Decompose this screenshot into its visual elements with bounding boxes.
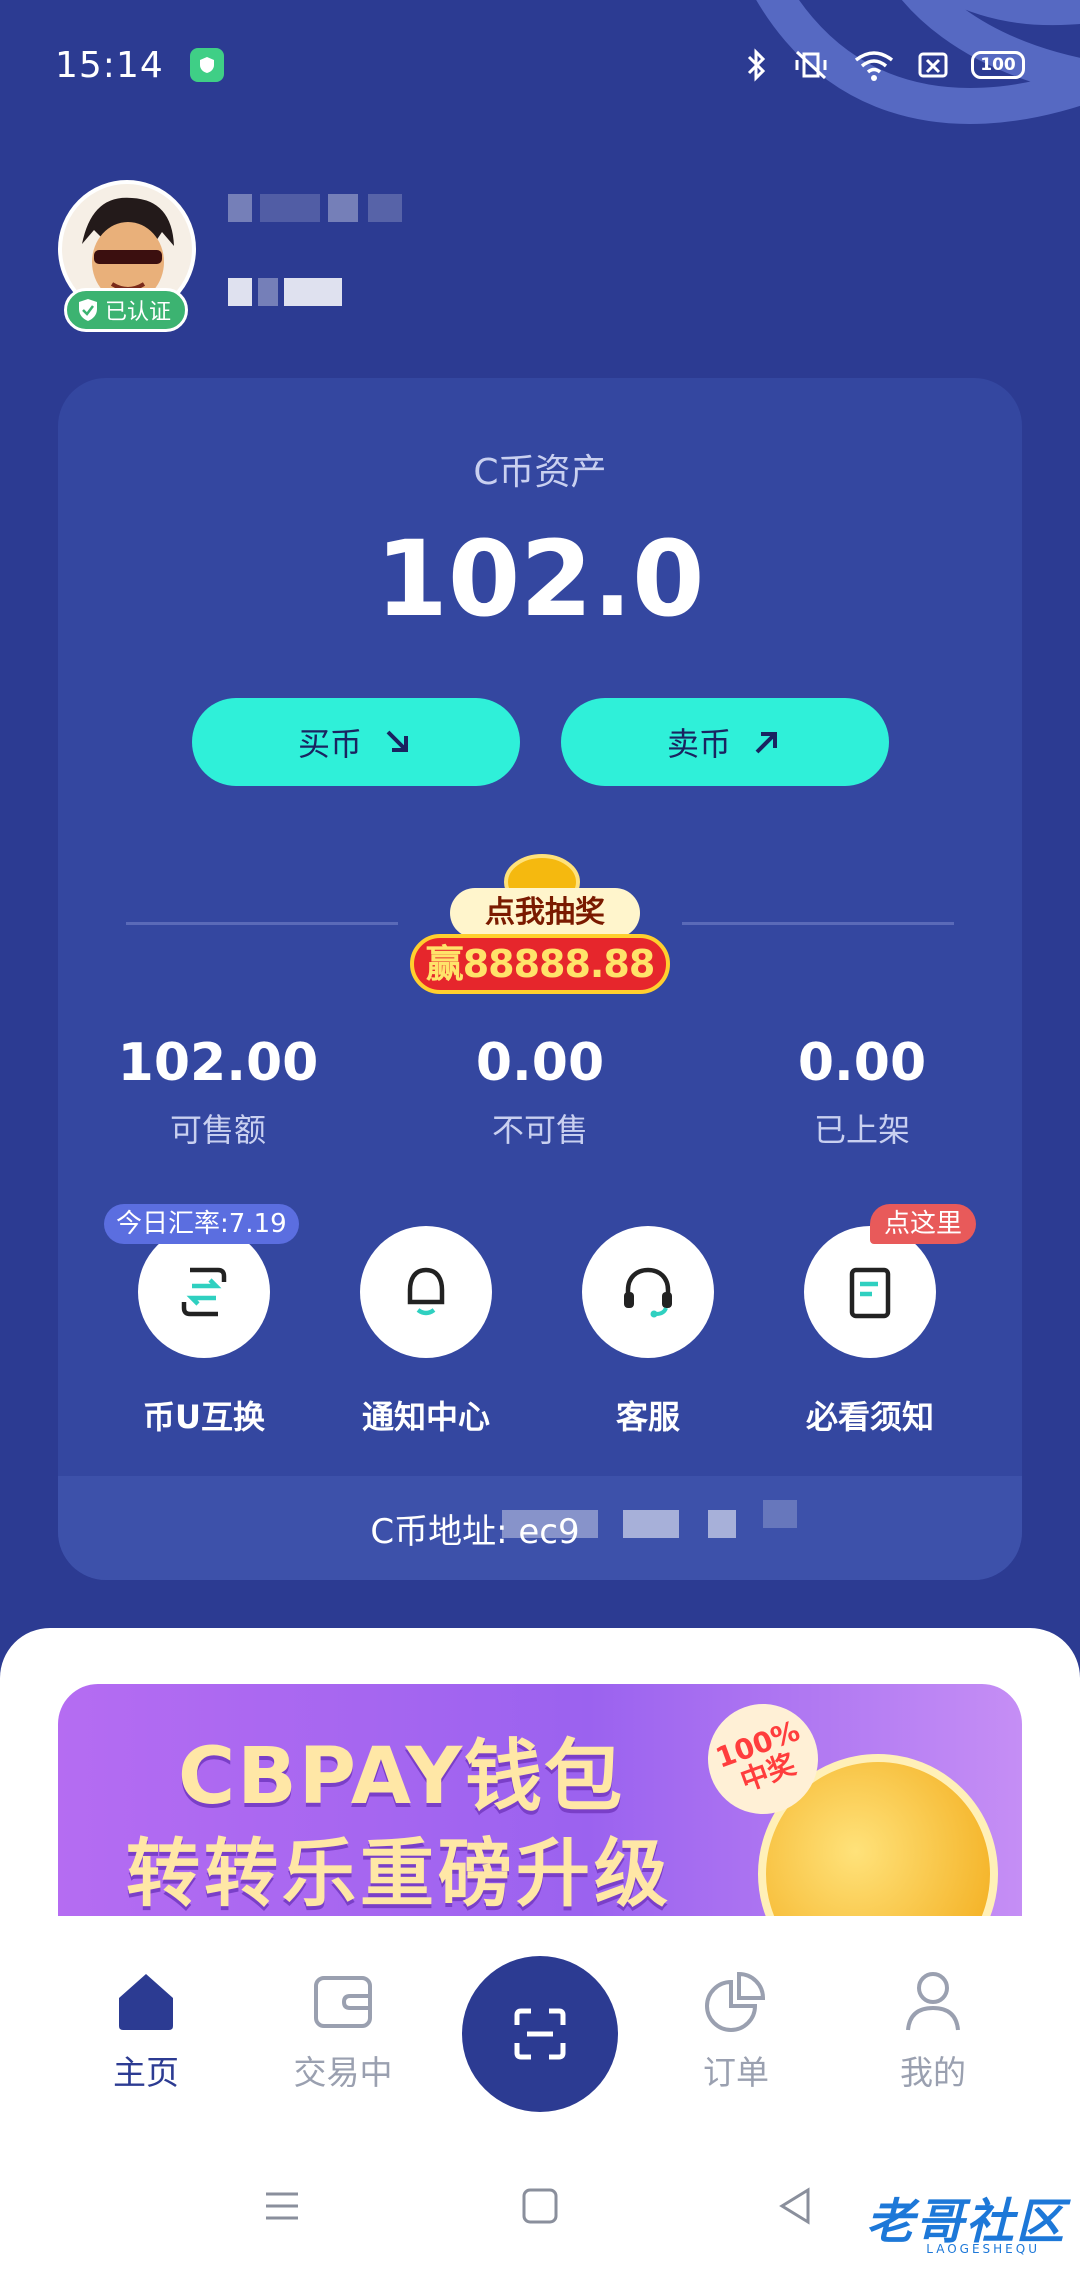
action-label: 通知中心	[361, 1398, 490, 1436]
tab-mine[interactable]: 我的	[843, 1966, 1023, 2094]
profile-id-redacted	[228, 272, 488, 308]
stat-value: 0.00	[797, 1033, 927, 1093]
home-square-icon[interactable]	[520, 2186, 560, 2226]
watermark-sub: LAOGESHEQU	[926, 2242, 1040, 2256]
status-bar: 15:14 100	[0, 0, 1080, 130]
wallet-icon	[308, 1966, 378, 2036]
action-circle	[582, 1226, 714, 1358]
system-nav-bar: 老哥社区 LAOGESHEQU	[0, 2146, 1080, 2280]
tab-home[interactable]: 主页	[56, 1966, 236, 2094]
buy-coin-label: 买币	[297, 725, 362, 763]
lottery-title: 点我抽奖	[450, 888, 640, 938]
shield-check-icon	[79, 299, 97, 321]
action-coin-u-exchange[interactable]: 币U互换	[104, 1226, 304, 1438]
tab-trading[interactable]: 交易中	[253, 1966, 433, 2094]
click-here-tag: 点这里	[870, 1204, 977, 1244]
divider	[682, 922, 954, 925]
tab-orders[interactable]: 订单	[646, 1966, 826, 2094]
stat-label: 已上架	[813, 1111, 910, 1149]
divider	[126, 922, 398, 925]
verified-label: 已认证	[105, 300, 172, 325]
coin-address-bar[interactable]: C币地址: ec9	[58, 1476, 1022, 1580]
tab-label: 订单	[703, 2053, 769, 2092]
action-label: 客服	[615, 1398, 680, 1436]
sell-coin-button[interactable]: 卖币	[561, 698, 889, 786]
stat-label: 可售额	[169, 1111, 266, 1149]
sim-icon	[918, 52, 948, 78]
mute-vibrate-icon	[795, 50, 827, 80]
promo-banner[interactable]: 100%中奖 CBPAY钱包 转转乐重磅升级	[58, 1684, 1022, 1924]
action-customer-service[interactable]: 客服	[548, 1226, 748, 1438]
tab-label: 我的	[900, 2053, 966, 2092]
battery-indicator: 100	[971, 51, 1025, 79]
sell-coin-label: 卖币	[666, 725, 731, 763]
assets-card: C币资产 102.0 买币 卖币 点我抽奖 赢88888.88 102.00 可…	[58, 378, 1022, 1580]
verified-badge: 已认证	[64, 288, 189, 332]
user-icon	[898, 1966, 968, 2036]
pie-chart-icon	[701, 1966, 771, 2036]
arrow-up-right-icon	[755, 732, 777, 754]
stat-label: 不可售	[491, 1111, 588, 1149]
stat-sellable: 102.00 可售额	[68, 1033, 368, 1151]
banner-title: CBPAY钱包	[178, 1732, 625, 1822]
app-notification-icon	[189, 48, 224, 82]
arrow-down-right-icon	[386, 730, 408, 752]
action-label: 必看须知	[805, 1398, 934, 1436]
action-notification-center[interactable]: 通知中心	[326, 1226, 526, 1438]
exchange-icon	[181, 1267, 227, 1317]
menu-icon[interactable]	[262, 2186, 302, 2226]
notebook-icon	[849, 1267, 891, 1319]
address-redacted	[502, 1510, 598, 1538]
stat-unsellable: 0.00 不可售	[390, 1033, 690, 1151]
headset-icon	[624, 1267, 672, 1318]
tab-label: 主页	[113, 2053, 179, 2092]
scan-icon	[514, 2008, 566, 2060]
stat-listed: 0.00 已上架	[712, 1033, 1012, 1151]
home-icon	[111, 1966, 181, 2036]
profile-header: 已认证	[58, 180, 658, 340]
scan-button[interactable]	[462, 1956, 618, 2112]
exchange-rate-tag: 今日汇率:7.19	[104, 1204, 299, 1244]
action-label: 币U互换	[143, 1398, 265, 1436]
tab-label: 交易中	[293, 2053, 393, 2092]
bottom-tab-bar: 主页 交易中 订单 我的	[0, 1916, 1080, 2146]
action-circle	[138, 1226, 270, 1358]
assets-label: C币资产	[473, 452, 607, 493]
action-must-read[interactable]: 必看须知	[770, 1226, 970, 1438]
stat-value: 0.00	[475, 1033, 605, 1093]
lottery-amount: 赢88888.88	[410, 934, 670, 994]
back-icon[interactable]	[776, 2186, 816, 2226]
stat-value: 102.00	[117, 1033, 319, 1093]
status-time: 15:14	[55, 44, 164, 86]
bluetooth-icon	[747, 48, 766, 82]
action-circle	[804, 1226, 936, 1358]
status-icons: 100	[745, 48, 1025, 82]
banner-subtitle: 转转乐重磅升级	[126, 1831, 672, 1917]
buy-coin-button[interactable]: 买币	[192, 698, 520, 786]
profile-name-redacted	[228, 190, 488, 226]
lottery-badge[interactable]: 点我抽奖 赢88888.88	[410, 848, 670, 998]
action-circle	[360, 1226, 492, 1358]
assets-value: 102.0	[375, 518, 705, 640]
wifi-icon	[854, 51, 894, 81]
bell-icon	[407, 1267, 445, 1316]
